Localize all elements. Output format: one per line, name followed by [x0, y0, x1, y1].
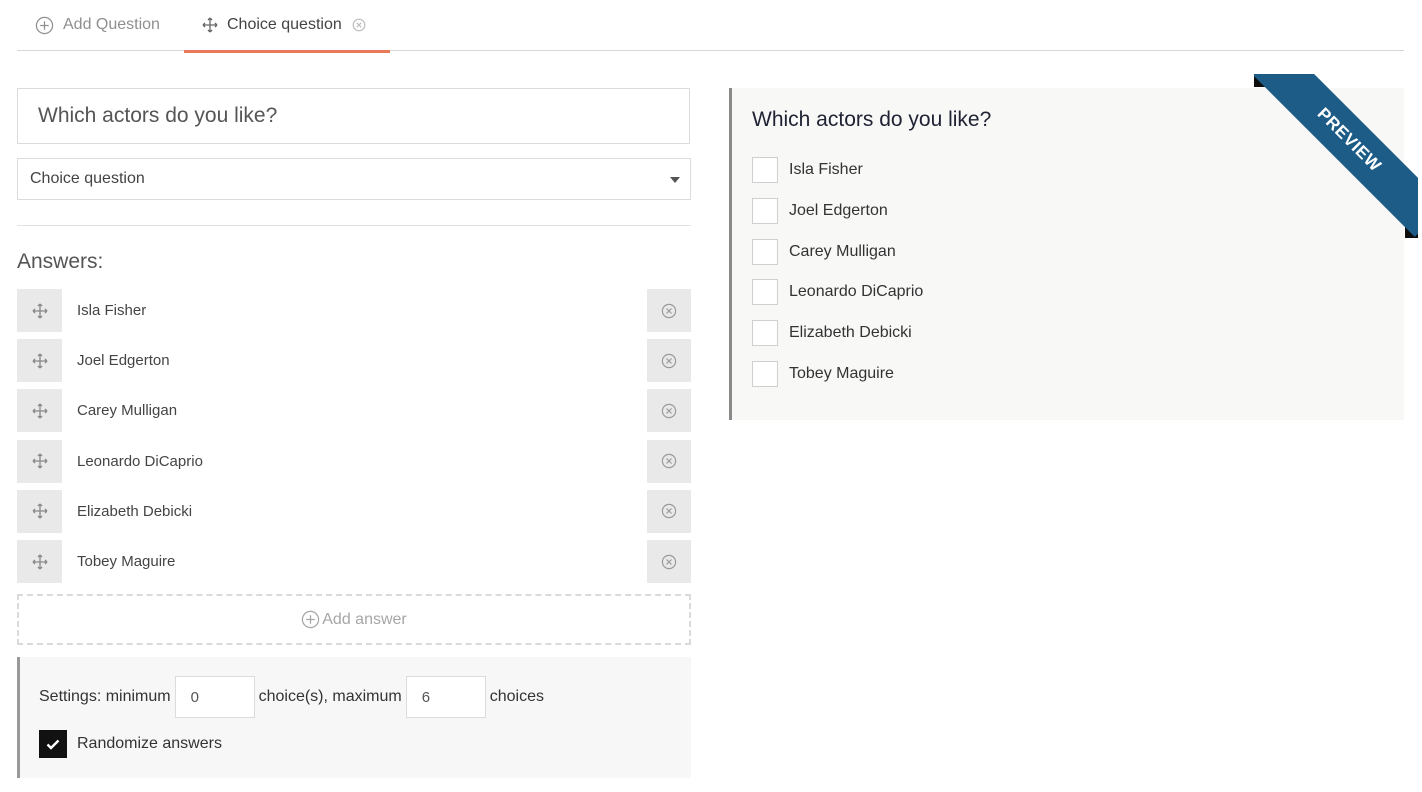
tab-choice-question[interactable]: Choice question — [184, 0, 390, 53]
answer-row: Elizabeth Debicki — [17, 489, 691, 533]
preview-option-label: Tobey Maguire — [789, 365, 894, 382]
settings-panel: Settings: minimum choice(s), maximum cho… — [17, 657, 691, 778]
move-icon — [202, 17, 218, 33]
answer-row: Carey Mulligan — [17, 389, 691, 433]
plus-circle-icon — [301, 610, 320, 629]
preview-option-label: Carey Mulligan — [789, 242, 896, 260]
answer-input[interactable]: Isla Fisher — [62, 289, 647, 332]
remove-answer-icon[interactable] — [647, 339, 691, 382]
drag-handle-icon[interactable] — [17, 289, 62, 332]
question-title-input[interactable] — [17, 88, 690, 144]
answer-input[interactable]: Elizabeth Debicki — [62, 489, 647, 533]
drag-handle-icon[interactable] — [17, 339, 62, 382]
tab-bar: Add Question Choice question — [17, 0, 1404, 53]
preview-option-label: Leonardo DiCaprio — [789, 283, 924, 301]
maximum-choices-input[interactable] — [405, 676, 486, 718]
preview-option-label: Isla Fisher — [789, 161, 863, 178]
preview-option[interactable]: Tobey Maguire — [752, 360, 894, 388]
preview-option[interactable]: Leonardo DiCaprio — [752, 278, 923, 306]
answer-input[interactable]: Leonardo DiCaprio — [62, 439, 647, 483]
preview-option-label: Elizabeth Debicki — [789, 324, 912, 342]
preview-option-label: Joel Edgerton — [789, 201, 888, 219]
preview-checkbox[interactable] — [752, 238, 778, 265]
preview-question-title: Which actors do you like? — [752, 108, 992, 131]
preview-option[interactable]: Joel Edgerton — [752, 197, 888, 225]
question-type-select[interactable]: Choice question — [17, 158, 691, 200]
answer-row: Isla Fisher — [17, 289, 691, 332]
question-type-value: Choice question — [30, 170, 145, 187]
plus-circle-icon — [35, 16, 54, 35]
close-tab-icon[interactable] — [352, 18, 366, 32]
randomize-row: Randomize answers — [39, 730, 222, 758]
preview-checkbox[interactable] — [752, 197, 778, 224]
tab-choice-question-label: Choice question — [227, 16, 342, 33]
remove-answer-icon[interactable] — [647, 289, 691, 332]
caret-down-icon — [670, 177, 680, 183]
settings-middle: choice(s), maximum — [258, 688, 402, 705]
preview-ribbon-label: PREVIEW — [1254, 74, 1418, 237]
answers-heading: Answers: — [17, 250, 104, 273]
answer-input[interactable]: Joel Edgerton — [62, 339, 647, 383]
remove-answer-icon[interactable] — [647, 540, 691, 583]
preview-checkbox[interactable] — [752, 279, 778, 306]
settings-prefix: Settings: minimum — [39, 688, 171, 705]
remove-answer-icon[interactable] — [647, 490, 691, 533]
answer-row: Leonardo DiCaprio — [17, 439, 691, 483]
tab-add-question[interactable]: Add Question — [35, 0, 160, 50]
add-answer-label: Add answer — [322, 610, 407, 628]
preview-ribbon: PREVIEW — [1254, 74, 1418, 238]
answer-row: Joel Edgerton — [17, 339, 691, 383]
checkmark-icon — [46, 739, 60, 750]
drag-handle-icon[interactable] — [17, 540, 62, 583]
drag-handle-icon[interactable] — [17, 440, 62, 483]
answer-input[interactable]: Tobey Maguire — [62, 540, 647, 583]
randomize-label: Randomize answers — [77, 735, 222, 752]
randomize-checkbox[interactable] — [39, 730, 67, 758]
preview-option[interactable]: Carey Mulligan — [752, 238, 896, 266]
preview-checkbox[interactable] — [752, 361, 778, 387]
minimum-choices-input[interactable] — [174, 676, 255, 718]
remove-answer-icon[interactable] — [647, 440, 691, 483]
preview-option[interactable]: Elizabeth Debicki — [752, 319, 912, 347]
tab-add-question-label: Add Question — [63, 16, 160, 33]
answer-input[interactable]: Carey Mulligan — [62, 389, 647, 433]
remove-answer-icon[interactable] — [647, 389, 691, 432]
preview-checkbox[interactable] — [752, 157, 778, 183]
preview-option[interactable]: Isla Fisher — [752, 156, 863, 184]
preview-checkbox[interactable] — [752, 320, 778, 347]
drag-handle-icon[interactable] — [17, 389, 62, 432]
answer-row: Tobey Maguire — [17, 540, 691, 583]
drag-handle-icon[interactable] — [17, 490, 62, 533]
settings-suffix: choices — [489, 688, 544, 705]
add-answer-button[interactable]: Add answer — [17, 594, 691, 645]
divider — [17, 225, 691, 226]
settings-choice-limits: Settings: minimum choice(s), maximum cho… — [39, 676, 544, 718]
